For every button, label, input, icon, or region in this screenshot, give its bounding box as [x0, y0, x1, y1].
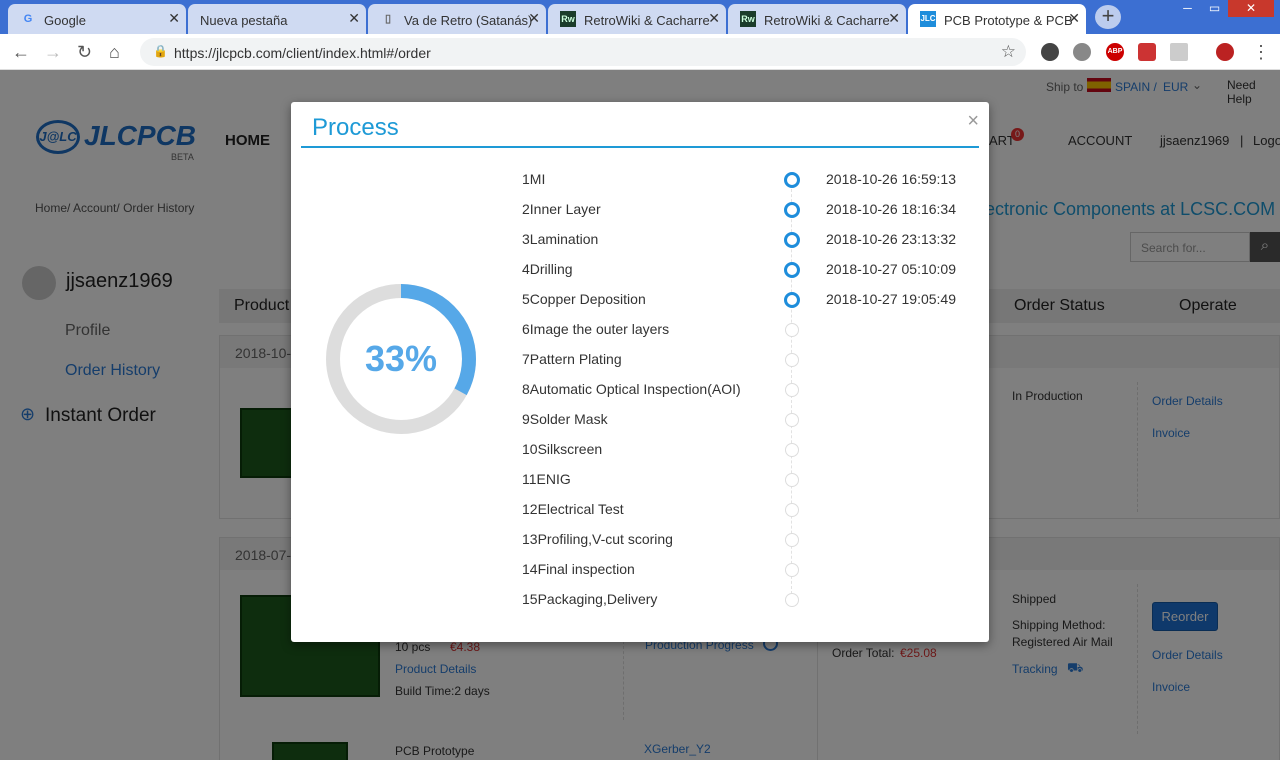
step-done-indicator	[784, 232, 800, 248]
step-label: 5Copper Deposition	[522, 291, 646, 307]
tab-close-icon[interactable]: ✕	[708, 10, 720, 27]
step-label: 12Electrical Test	[522, 501, 624, 517]
step-label: 1MI	[522, 171, 546, 187]
step-pending-indicator	[785, 413, 799, 427]
tab-title: RetroWiki & Cacharre	[584, 13, 710, 28]
step-pending-indicator	[785, 323, 799, 337]
address-bar[interactable]: 🔒 https://jlcpcb.com/client/index.html#/…	[140, 38, 1026, 66]
tab-close-icon[interactable]: ✕	[888, 10, 900, 27]
step-done-indicator	[784, 202, 800, 218]
bookmark-star-icon[interactable]: ☆	[1001, 42, 1016, 62]
step-label: 14Final inspection	[522, 561, 635, 577]
step-timestamp: 2018-10-26 16:59:13	[826, 171, 956, 187]
close-window-icon[interactable]: ✕	[1228, 0, 1274, 17]
extension-icon[interactable]	[1073, 43, 1091, 61]
title-divider	[301, 146, 979, 148]
google-favicon-icon: G	[23, 13, 33, 25]
lock-icon: 🔒	[153, 44, 168, 58]
step-done-indicator	[784, 262, 800, 278]
tab-va-de-retro[interactable]: ▯ Va de Retro (Satanás) ✕	[368, 4, 546, 34]
modal-title: Process	[312, 114, 399, 141]
step-label: 11ENIG	[522, 471, 571, 487]
tab-retrowiki-2[interactable]: Rw RetroWiki & Cacharre ✕	[728, 4, 906, 34]
page-favicon-icon: ▯	[384, 13, 392, 25]
close-icon[interactable]: ×	[967, 110, 979, 133]
menu-dots-icon[interactable]: ⋮	[1252, 43, 1270, 61]
step-timestamp: 2018-10-27 19:05:49	[826, 291, 956, 307]
window-controls: ─ ▭ ✕	[1174, 0, 1274, 18]
step-done-indicator	[784, 172, 800, 188]
step-pending-indicator	[785, 383, 799, 397]
rw-favicon-icon: Rw	[560, 11, 576, 27]
tab-close-icon[interactable]: ✕	[528, 10, 540, 27]
step-label: 10Silkscreen	[522, 441, 603, 457]
step-pending-indicator	[785, 473, 799, 487]
progress-percentage: 33%	[364, 338, 438, 379]
adblock-icon[interactable]: ABP	[1106, 43, 1124, 61]
tab-title: Nueva pestaña	[200, 13, 288, 28]
minimize-icon[interactable]: ─	[1174, 0, 1201, 17]
step-label: 2Inner Layer	[522, 201, 601, 217]
step-timestamp: 2018-10-26 18:16:34	[826, 201, 956, 217]
step-pending-indicator	[785, 593, 799, 607]
reload-icon[interactable]: ↻	[77, 43, 92, 61]
profile-avatar[interactable]	[1216, 43, 1234, 61]
browser-titlebar: G Google ✕ Nueva pestaña ✕ ▯ Va de Retro…	[0, 0, 1280, 34]
step-pending-indicator	[785, 443, 799, 457]
maximize-icon[interactable]: ▭	[1201, 0, 1228, 17]
forward-arrow-icon[interactable]: →	[44, 43, 62, 61]
step-label: 9Solder Mask	[522, 411, 608, 427]
tab-close-icon[interactable]: ✕	[168, 10, 180, 27]
step-done-indicator	[784, 292, 800, 308]
tab-new[interactable]: Nueva pestaña ✕	[188, 4, 366, 34]
step-timestamp: 2018-10-26 23:13:32	[826, 231, 956, 247]
tab-close-icon[interactable]: ✕	[1068, 10, 1080, 27]
tab-retrowiki-1[interactable]: Rw RetroWiki & Cacharre ✕	[548, 4, 726, 34]
home-icon[interactable]: ⌂	[109, 43, 120, 61]
extension-icon[interactable]	[1138, 43, 1156, 61]
step-pending-indicator	[785, 503, 799, 517]
tab-jlcpcb[interactable]: JLC PCB Prototype & PCB ✕	[908, 4, 1086, 34]
step-label: 8Automatic Optical Inspection(AOI)	[522, 381, 741, 397]
step-pending-indicator	[785, 533, 799, 547]
tab-google[interactable]: G Google ✕	[8, 4, 186, 34]
step-label: 13Profiling,V-cut scoring	[522, 531, 673, 547]
step-label: 4Drilling	[522, 261, 573, 277]
tab-title: RetroWiki & Cacharre	[764, 13, 890, 28]
step-label: 7Pattern Plating	[522, 351, 622, 367]
pdf-icon[interactable]	[1170, 43, 1188, 61]
step-label: 15Packaging,Delivery	[522, 591, 658, 607]
tab-title: Va de Retro (Satanás)	[404, 13, 533, 28]
url-text: https://jlcpcb.com/client/index.html#/or…	[174, 45, 431, 61]
step-label: 6Image the outer layers	[522, 321, 670, 337]
back-arrow-icon[interactable]: ←	[12, 43, 30, 61]
step-pending-indicator	[785, 353, 799, 367]
process-modal: Process × 33% 1MI 2018-10-26 16:59:13 2Inn…	[291, 102, 989, 642]
step-pending-indicator	[785, 563, 799, 577]
new-tab-button[interactable]: +	[1095, 5, 1121, 29]
rw-favicon-icon: Rw	[740, 11, 756, 27]
browser-toolbar: ← → ↻ ⌂ 🔒 https://jlcpcb.com/client/inde…	[0, 34, 1280, 70]
tab-close-icon[interactable]: ✕	[348, 10, 360, 27]
extension-icon[interactable]	[1041, 43, 1059, 61]
step-label: 3Lamination	[522, 231, 599, 247]
tab-title: Google	[44, 13, 86, 28]
step-timestamp: 2018-10-27 05:10:09	[826, 261, 956, 277]
jlc-favicon-icon: JLC	[920, 11, 936, 27]
tab-title: PCB Prototype & PCB	[944, 13, 1073, 28]
